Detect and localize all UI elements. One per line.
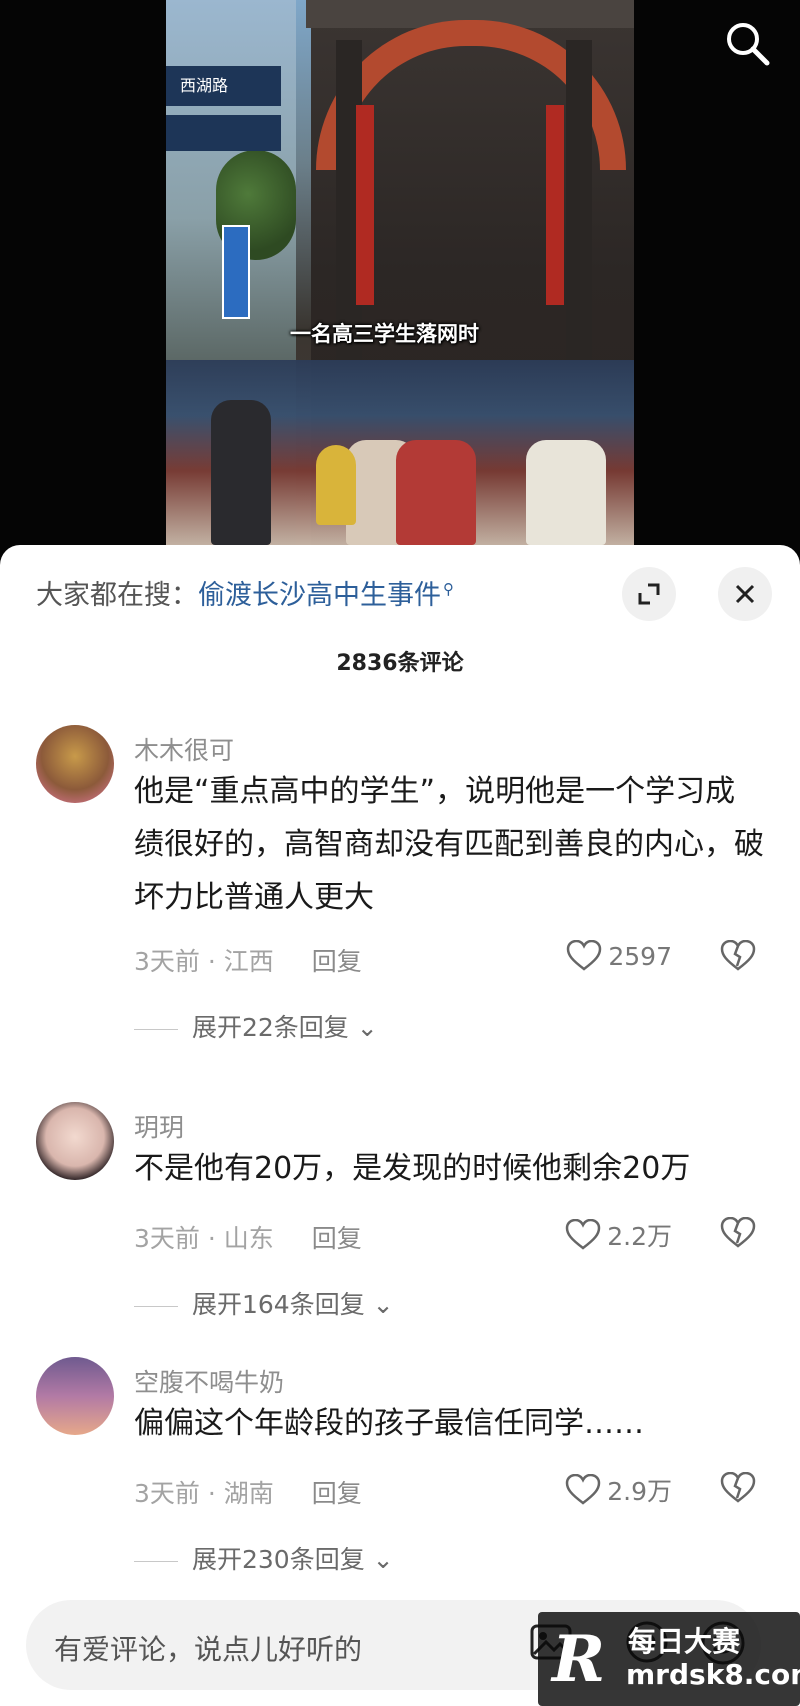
divider-line xyxy=(134,1305,178,1307)
hot-search-prefix: 大家都在搜： xyxy=(36,580,198,611)
like-count: 2597 xyxy=(608,941,672,971)
comment-time-location: 3天前 · 山东 xyxy=(134,1224,274,1253)
expand-sheet-button[interactable] xyxy=(622,567,676,621)
scooter-figure xyxy=(316,445,356,525)
chevron-down-icon: ⌄ xyxy=(364,1545,394,1574)
divider-line xyxy=(134,1028,178,1030)
like-count: 2.9万 xyxy=(607,1477,672,1506)
comment-input-placeholder: 有爱评论，说点儿好听的 xyxy=(54,1633,363,1666)
expand-replies-button[interactable]: 展开164条回复 ⌄ xyxy=(134,1285,394,1321)
comment-username[interactable]: 木木很可 xyxy=(134,731,234,767)
search-mini-icon: ⚲ xyxy=(443,580,454,598)
search-icon[interactable] xyxy=(722,18,774,70)
red-banner xyxy=(546,105,564,305)
reply-button[interactable]: 回复 xyxy=(312,1224,362,1253)
hot-search-link[interactable]: 偷渡长沙高中生事件 xyxy=(198,580,441,611)
like-button[interactable]: 2597 xyxy=(566,940,672,972)
like-button[interactable]: 2.9万 xyxy=(565,1472,672,1508)
avatar[interactable] xyxy=(36,725,114,803)
close-button[interactable] xyxy=(718,567,772,621)
reply-button[interactable]: 回复 xyxy=(312,1479,362,1508)
watermark: R 每日大赛 mrdsk8.com xyxy=(538,1612,800,1706)
like-count: 2.2万 xyxy=(607,1222,672,1251)
expand-replies-label: 展开22条回复 xyxy=(192,1013,349,1042)
like-button[interactable]: 2.2万 xyxy=(565,1217,672,1253)
comment-text: 不是他有20万，是发现的时候他剩余20万 xyxy=(134,1151,691,1186)
expand-replies-button[interactable]: 展开230条回复 ⌄ xyxy=(134,1540,394,1576)
comment-time-location: 3天前 · 湖南 xyxy=(134,1479,274,1508)
comment-meta: 3天前 · 湖南 回复 xyxy=(134,1474,362,1510)
broken-heart-icon xyxy=(720,939,756,971)
comment-username[interactable]: 空腹不喝牛奶 xyxy=(134,1363,284,1399)
avatar[interactable] xyxy=(36,1102,114,1180)
comment-meta: 3天前 · 江西 回复 xyxy=(134,942,362,978)
person-figure xyxy=(211,400,271,545)
street-sign-secondary xyxy=(166,115,281,151)
comment-count: 2836条评论 xyxy=(336,651,464,676)
avatar[interactable] xyxy=(36,1357,114,1435)
crosswalk-sign xyxy=(222,225,250,319)
chevron-down-icon: ⌄ xyxy=(364,1290,394,1319)
video-caption: 一名高三学生落网时 xyxy=(290,322,479,346)
street-sign: 西湖路 xyxy=(166,66,281,106)
video-player[interactable]: 西湖路 xyxy=(166,0,634,545)
comment-username[interactable]: 玥玥 xyxy=(134,1108,184,1144)
expand-replies-button[interactable]: 展开22条回复 ⌄ xyxy=(134,1008,378,1044)
comment-meta: 3天前 · 山东 回复 xyxy=(134,1219,362,1255)
expand-replies-label: 展开230条回复 xyxy=(192,1545,365,1574)
watermark-title: 每日大赛 xyxy=(628,1625,741,1658)
heart-icon xyxy=(565,1474,601,1505)
red-banner xyxy=(356,105,374,305)
comment-sheet: 大家都在搜：偷渡长沙高中生事件 ⚲ 2836条评论 木木很可 他是“重点高中的学生… xyxy=(0,545,800,1706)
comment-time-location: 3天前 · 江西 xyxy=(134,947,274,976)
comment-text: 偏偏这个年龄段的孩子最信任同学…… xyxy=(134,1406,644,1441)
hot-search-bar[interactable]: 大家都在搜：偷渡长沙高中生事件 ⚲ xyxy=(36,573,454,612)
watermark-url: mrdsk8.com xyxy=(626,1658,800,1691)
broken-heart-icon xyxy=(720,1471,756,1503)
comment-text: 他是“重点高中的学生”，说明他是一个学习成绩很好的，高智商却没有匹配到善良的内心… xyxy=(134,774,764,915)
heart-icon xyxy=(567,940,602,971)
divider-line xyxy=(134,1560,178,1562)
dislike-button[interactable] xyxy=(720,1471,756,1508)
expand-icon xyxy=(638,583,660,605)
chevron-down-icon: ⌄ xyxy=(348,1013,378,1042)
dislike-button[interactable] xyxy=(720,939,756,976)
expand-replies-label: 展开164条回复 xyxy=(192,1290,365,1319)
dislike-button[interactable] xyxy=(720,1216,756,1253)
broken-heart-icon xyxy=(720,1216,756,1248)
heart-icon xyxy=(565,1219,601,1250)
reply-button[interactable]: 回复 xyxy=(312,947,362,976)
scooter-figure xyxy=(396,440,476,545)
close-icon xyxy=(735,584,755,604)
watermark-logo: R xyxy=(552,1622,606,1697)
scooter-figure xyxy=(526,440,606,545)
